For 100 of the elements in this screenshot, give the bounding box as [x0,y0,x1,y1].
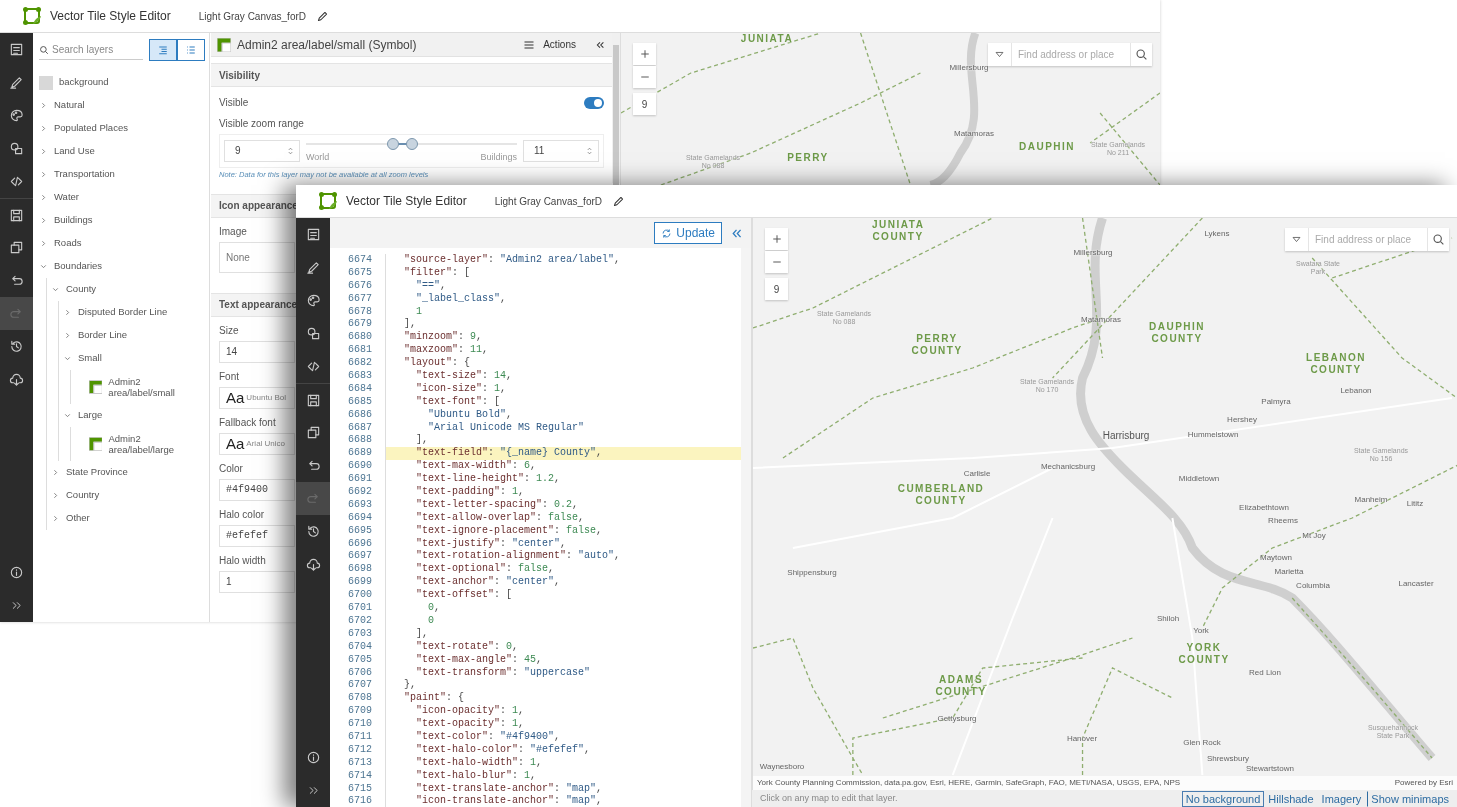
caret-icon [994,49,1005,60]
line-number: 6710 [347,718,372,731]
line-number: 6707 [347,679,372,693]
min-zoom-field[interactable]: 9 [224,139,300,162]
halo-width-field[interactable]: 1 [219,570,295,593]
basemap-link[interactable]: Imagery [1317,790,1366,807]
layer-search-field[interactable]: Search layers [39,40,143,60]
max-zoom-field[interactable]: 11 [523,139,599,162]
pen-icon [9,75,24,90]
redo-icon [305,491,321,506]
line-number: 6706 [347,666,372,680]
line-number: 6698 [347,563,372,577]
layer-group[interactable]: Transportation [39,163,205,186]
slider-thumb[interactable] [405,138,418,150]
scrollbar[interactable] [612,33,620,183]
rename-button[interactable] [316,9,329,23]
layer-item[interactable]: Admin2 area/label/small [75,370,205,404]
layer-group[interactable]: Buildings [39,209,205,232]
layer-group[interactable]: Border Line [63,324,205,347]
line-number: 6709 [347,705,372,719]
county-label: DAUPHIN [1018,141,1076,153]
layer-group[interactable]: Small [63,347,205,370]
place-label: Columbia [1296,581,1330,591]
layer-group[interactable]: Other [51,507,205,530]
logo-icon [318,191,338,211]
slider-thumb[interactable] [386,138,399,150]
view-toggle[interactable] [149,39,177,61]
basemap-link[interactable]: Hillshade [1264,790,1318,807]
layer-group[interactable]: Land Use [39,140,205,163]
update-button[interactable]: Update [654,222,722,244]
layer-item[interactable]: Admin2 area/label/large [75,427,205,461]
zoom-range-slider[interactable] [306,137,517,151]
layer-group[interactable]: Populated Places [39,117,205,140]
line-number: 6696 [347,537,372,551]
palette-icon [305,293,321,308]
plus-icon [638,48,651,60]
halo-color-field[interactable]: #efefef [219,524,295,547]
line-number: 6694 [347,511,372,525]
view-toggle[interactable] [177,39,205,61]
place-label: Hanover [1066,734,1098,744]
layer-group[interactable]: Water [39,186,205,209]
layer-item[interactable]: background [39,71,205,94]
place-label: Hershey [1227,415,1257,425]
plus-icon [770,233,783,245]
county-label: PERRY COUNTY [911,332,963,356]
refresh-icon [661,227,673,239]
basemap-link[interactable]: No background [1181,790,1265,807]
place-label: Shrewsbury [1206,754,1250,764]
copy-icon [9,240,24,255]
search-button[interactable] [1427,228,1449,251]
line-number: 6690 [347,460,372,474]
search-options-button[interactable] [1285,228,1309,251]
layer-group[interactable]: State Province [51,461,205,484]
line-number: 6695 [347,524,372,538]
scrollbar[interactable] [741,248,751,807]
attribution-text: York County Planning Commission, data.pa.gov, Esri, HERE, Garmin, SafeGraph, FAO, METI/NASA, USGS, EPA, NPS [757,777,1181,789]
slider-caption: Buildings [480,151,517,164]
layer-group[interactable]: Large [63,404,205,427]
layers-icon [9,42,24,57]
size-field[interactable]: 14 [219,340,295,363]
basemap-link[interactable]: Show minimaps [1367,790,1453,807]
place-label: Maytown [1260,553,1292,563]
place-label: Lebanon [1340,386,1372,396]
image-field[interactable]: None [219,241,295,273]
place-label: Mt Joy [1302,531,1326,541]
line-number: 6679 [347,318,372,332]
layer-group[interactable]: Boundaries [39,255,205,278]
line-number: 6702 [347,614,372,628]
layer-group[interactable]: Roads [39,232,205,255]
line-number: 6705 [347,653,372,667]
section-header: Visibility [219,68,260,83]
search-icon [1135,48,1148,61]
symbol-layer-icon [217,37,231,52]
layer-group[interactable]: Natural [39,94,205,117]
actions-button[interactable]: Actions [517,33,582,56]
line-number: 6714 [347,769,372,783]
history-icon [9,339,24,354]
layer-group[interactable]: County [51,278,205,301]
layer-group[interactable]: Country [51,484,205,507]
layer-group[interactable]: Disputed Border Line [63,301,205,324]
search-button[interactable] [1130,43,1152,66]
county-label: LEBANON COUNTY [1306,351,1366,375]
line-number: 6678 [347,305,372,319]
line-number: 6708 [347,692,372,706]
code-icon [9,174,24,189]
search-options-button[interactable] [988,43,1012,66]
slider-caption: World [306,151,330,164]
place-label: Hummelstown [1187,430,1239,440]
line-number: 6711 [347,730,372,744]
place-label: Rheems [1268,516,1298,526]
line-number: 6684 [347,382,372,396]
rename-button[interactable] [612,194,625,208]
field-label: Visible zoom range [219,117,304,131]
place-label: Red Lion [1249,668,1281,678]
color-field[interactable]: #4f9400 [219,478,295,501]
place-label: Mechanicsburg [1040,462,1096,472]
code-icon [305,359,321,374]
visible-toggle[interactable] [584,96,604,109]
pen-icon [305,260,321,275]
caret-icon [1291,234,1302,245]
